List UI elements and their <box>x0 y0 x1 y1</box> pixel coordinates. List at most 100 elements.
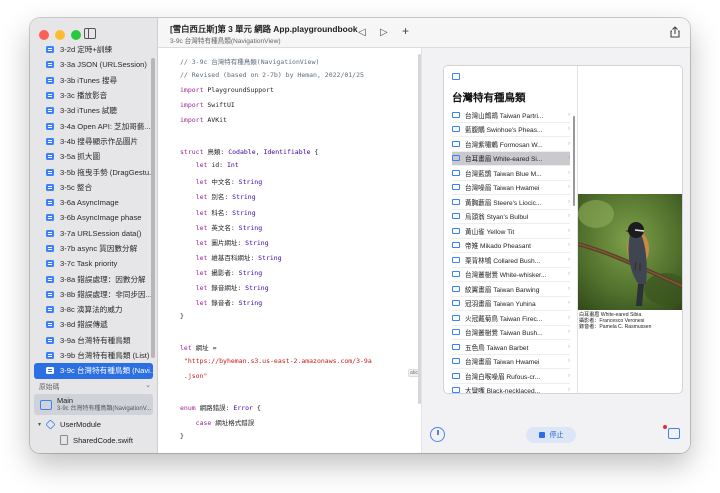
chevron-down-icon[interactable]: ⌄ <box>145 381 151 391</box>
bird-row[interactable]: 藍腹鷴 Swinhoe's Pheas... › <box>452 123 570 137</box>
bird-row[interactable]: 台灣噪眉 Taiwan Hwamei › <box>452 181 570 195</box>
module-icon <box>45 419 56 430</box>
bird-row[interactable]: 台灣白喉噪眉 Rufous-cr... › <box>452 369 570 384</box>
code-line: let 科名: String <box>180 207 256 217</box>
minimize-window-button[interactable] <box>55 30 65 40</box>
code-token: String <box>232 193 256 202</box>
run-icon[interactable]: ▷ <box>380 27 388 38</box>
bird-row[interactable]: 五色鳥 Taiwan Barbet › <box>452 340 570 355</box>
lesson-item[interactable]: 3-9a 台灣特有種鳥類 <box>34 333 153 348</box>
sidebar-toggle-icon[interactable] <box>84 28 96 39</box>
bird-row[interactable]: 台灣畫眉 Taiwan Hwamei › <box>452 355 570 369</box>
bird-row[interactable]: 帝雉 Mikado Pheasant › <box>452 239 570 253</box>
caption-recorder: 錄音者：Pamela C. Rasmussen <box>579 324 652 330</box>
playground-page-icon <box>46 352 54 360</box>
lesson-item[interactable]: 3-7b async 質因數分解 <box>34 241 153 256</box>
lesson-label: 3-3d iTunes 試聽 <box>60 106 118 116</box>
lesson-item[interactable]: 3-8b 錯誤處理：非同步因... <box>34 287 153 302</box>
photo-icon <box>452 184 460 191</box>
sidebar-toggle-icon[interactable] <box>452 73 460 80</box>
bird-row[interactable]: 台灣山鷓鴣 Taiwan Partri... › <box>452 108 570 123</box>
lesson-label: 3-8a 錯誤處理：因數分解 <box>60 274 146 284</box>
stop-button[interactable]: 停止 <box>526 427 576 443</box>
code-token: 攝影者: <box>207 268 239 277</box>
lesson-label: 3-3c 播放影音 <box>60 91 108 101</box>
playground-page-icon <box>46 153 54 161</box>
live-view-toolbar: 停止 <box>422 425 690 445</box>
chevron-right-icon: › <box>568 227 570 234</box>
zoom-window-button[interactable] <box>71 30 81 40</box>
lesson-item[interactable]: 3-6a AsyncImage <box>34 195 153 210</box>
back-icon[interactable]: ◁ <box>358 27 366 38</box>
chevron-right-icon: › <box>568 271 570 278</box>
lesson-item[interactable]: 3-8d 錯誤傳遞 <box>34 317 153 332</box>
bird-row[interactable]: 台灣藍鵲 Taiwan Blue M... › <box>452 166 570 181</box>
bird-row[interactable]: 台灣紫嘯鶇 Formosan W... › <box>452 137 570 152</box>
lesson-item[interactable]: 3-8c 演算法的威力 <box>34 302 153 317</box>
lesson-item[interactable]: 3-3a JSON (URLSession) <box>34 57 153 72</box>
lesson-item[interactable]: 3-9b 台灣特有種鳥類 (List) <box>34 348 153 363</box>
code-editor[interactable]: // 3-9c 台灣特有種鳥類(NavigationView) // Revise… <box>158 48 422 453</box>
bird-row[interactable]: 火冠戴菊鳥 Taiwan Firec... › <box>452 311 570 326</box>
source-item-main[interactable]: Main 3-9c 台灣特有種鳥類(NavigationV... <box>34 394 153 415</box>
code-line: // 3-9c 台灣特有種鳥類(NavigationView) <box>180 56 319 66</box>
bird-row[interactable]: 烏頭翁 Styan's Bulbul › <box>452 210 570 224</box>
lesson-item[interactable]: 3-4b 搜尋顯示作品圖片 <box>34 134 153 149</box>
lesson-label: 3-9a 台灣特有種鳥類 <box>60 335 131 345</box>
close-window-button[interactable] <box>39 30 49 40</box>
source-section-header[interactable]: 原始碼 ⌄ <box>39 381 151 391</box>
lesson-item[interactable]: 3-7a URLSession data() <box>34 226 153 241</box>
lesson-item[interactable]: 3-8a 錯誤處理：因數分解 <box>34 271 153 286</box>
lesson-item[interactable]: 3-5a 抓大圖 <box>34 149 153 164</box>
bird-row[interactable]: 台灣叢樹鶯 White-whisker... › <box>452 268 570 282</box>
code-token: 錄音者: <box>207 298 239 307</box>
lesson-item[interactable]: 3-7c Task priority <box>34 256 153 271</box>
bird-row[interactable]: 紋翼畫眉 Taiwan Barwing › <box>452 282 570 297</box>
photo-icon <box>452 256 460 263</box>
lesson-item[interactable]: 3-4a Open API: 芝加哥藝... <box>34 118 153 133</box>
bird-row[interactable]: 冠羽畫眉 Taiwan Yuhina › <box>452 297 570 311</box>
code-token: Error <box>233 404 253 413</box>
playground-page-icon <box>46 137 54 145</box>
code-token: 網址 = <box>191 343 217 352</box>
bird-row[interactable]: 台耳畫眉 White-eared Si... › <box>452 151 570 166</box>
editor-scrollbar[interactable] <box>418 54 421 404</box>
chevron-right-icon: › <box>568 198 570 205</box>
code-token: AVKit <box>203 116 227 125</box>
add-icon[interactable]: + <box>402 24 409 38</box>
lesson-label: 3-8d 錯誤傳遞 <box>60 320 108 330</box>
playground-page-icon <box>46 321 54 329</box>
bird-name: 黃胸藪眉 Steere's Liocic... <box>465 199 542 207</box>
sidebar-scrollbar[interactable] <box>151 58 155 358</box>
lesson-item[interactable]: 3-9c 台灣特有種鳥類 (Navi... <box>34 363 153 379</box>
chevron-down-icon[interactable]: ▾ <box>38 421 41 428</box>
list-scrollbar[interactable] <box>573 116 575 206</box>
lesson-item[interactable]: 3-3d iTunes 試聽 <box>34 103 153 118</box>
bird-name: 台灣山鷓鴣 Taiwan Partri... <box>465 112 544 120</box>
code-token: let <box>195 161 208 170</box>
console-icon[interactable] <box>668 428 680 439</box>
bird-row[interactable]: 栗背林鴝 Collared Bush... › <box>452 253 570 268</box>
lesson-item[interactable]: 3-3b iTunes 搜尋 <box>34 73 153 88</box>
page-icon <box>40 399 52 410</box>
bird-row[interactable]: 黃胸藪眉 Steere's Liocic... › <box>452 195 570 210</box>
lesson-item[interactable]: 3-5c 整合 <box>34 180 153 195</box>
share-icon[interactable] <box>670 26 680 38</box>
bird-row[interactable]: 台灣叢樹鶯 Taiwan Bush... › <box>452 326 570 340</box>
file-item[interactable]: SharedCode.swift <box>60 435 133 445</box>
lesson-item[interactable]: 3-2d 定時+訓練 <box>34 42 153 57</box>
lesson-item[interactable]: 3-3c 播放影音 <box>34 88 153 103</box>
lesson-item[interactable]: 3-5b 拖曳手勢 (DragGestu... <box>34 164 153 179</box>
bird-row[interactable]: 大彎嘴 Black-necklaced... › <box>452 384 570 393</box>
speed-gauge-icon[interactable] <box>430 427 445 442</box>
code-token: Identifiable <box>263 148 311 157</box>
code-token: // 3-9c 台灣特有種鳥類(NavigationView) <box>180 58 320 66</box>
lesson-item[interactable]: 3-6b AsyncImage phase <box>34 210 153 225</box>
bird-row[interactable]: 黃山雀 Yellow Tit › <box>452 224 570 239</box>
source-header-label: 原始碼 <box>39 384 60 391</box>
module-item[interactable]: ▾ UserModule <box>38 419 101 430</box>
